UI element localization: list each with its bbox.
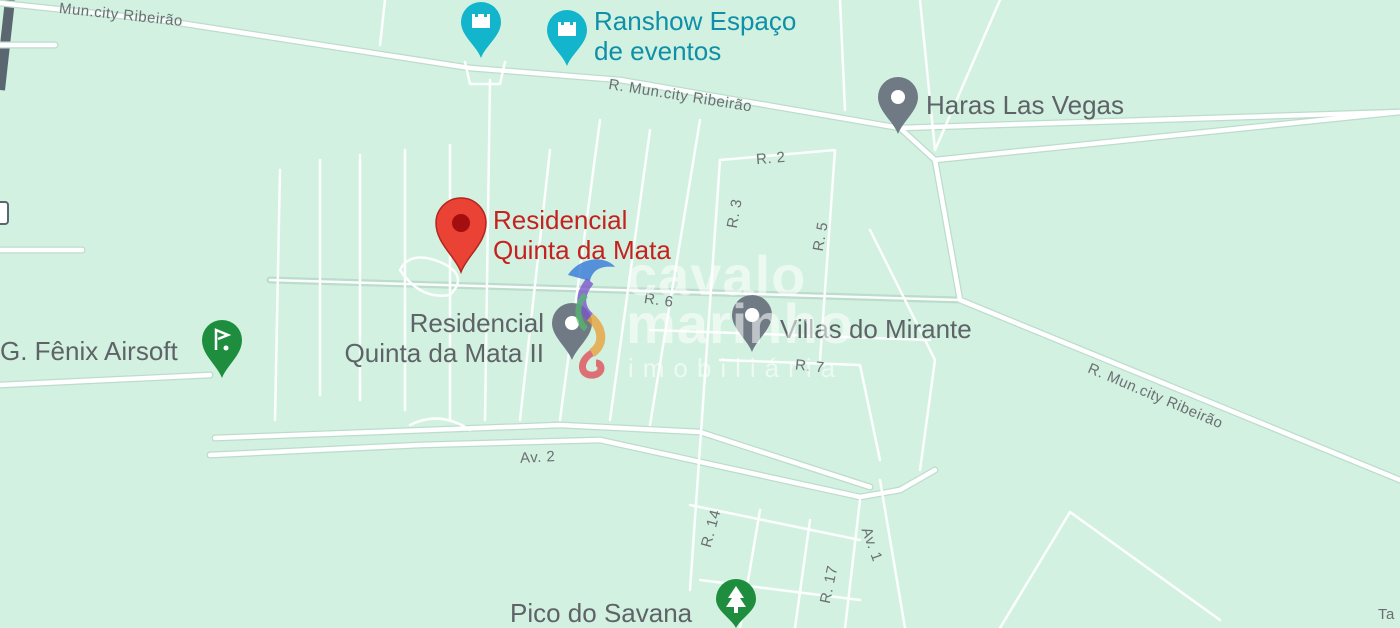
castle-icon[interactable] (458, 0, 504, 65)
place-label-line: Quinta da Mata II (344, 338, 544, 368)
place-label-ranshow[interactable]: Ranshow Espaço de eventos (594, 6, 796, 66)
street-label-edge: Ta (1378, 606, 1395, 623)
watermark-line3: imobiliária (628, 353, 845, 383)
golf-icon[interactable] (200, 318, 244, 385)
castle-icon[interactable] (544, 6, 590, 73)
street-label-av2: Av. 2 (519, 448, 556, 467)
place-label-line: Residencial (409, 308, 544, 338)
gray-location-pin-icon[interactable] (876, 76, 920, 141)
red-location-pin-icon[interactable] (434, 196, 488, 279)
map-canvas[interactable]: Mun.city Ribeirão R. Mun.city Ribeirão R… (0, 0, 1400, 628)
place-label-line: Residencial (493, 205, 628, 235)
place-label-fenix[interactable]: G. Fênix Airsoft (0, 336, 178, 366)
place-label-line: Ranshow Espaço (594, 6, 797, 36)
place-label-pico[interactable]: Pico do Savana (510, 598, 692, 628)
highway-shield-icon (0, 201, 9, 225)
tree-icon[interactable] (714, 578, 758, 628)
watermark-line2: marinho (626, 292, 854, 355)
place-label-residencial-qm2[interactable]: Residencial Quinta da Mata II (322, 308, 544, 368)
street-label-r2: R. 2 (755, 148, 787, 169)
place-label-line: de eventos (594, 36, 722, 66)
place-label-haras[interactable]: Haras Las Vegas (926, 90, 1124, 120)
seahorse-icon (568, 259, 615, 379)
